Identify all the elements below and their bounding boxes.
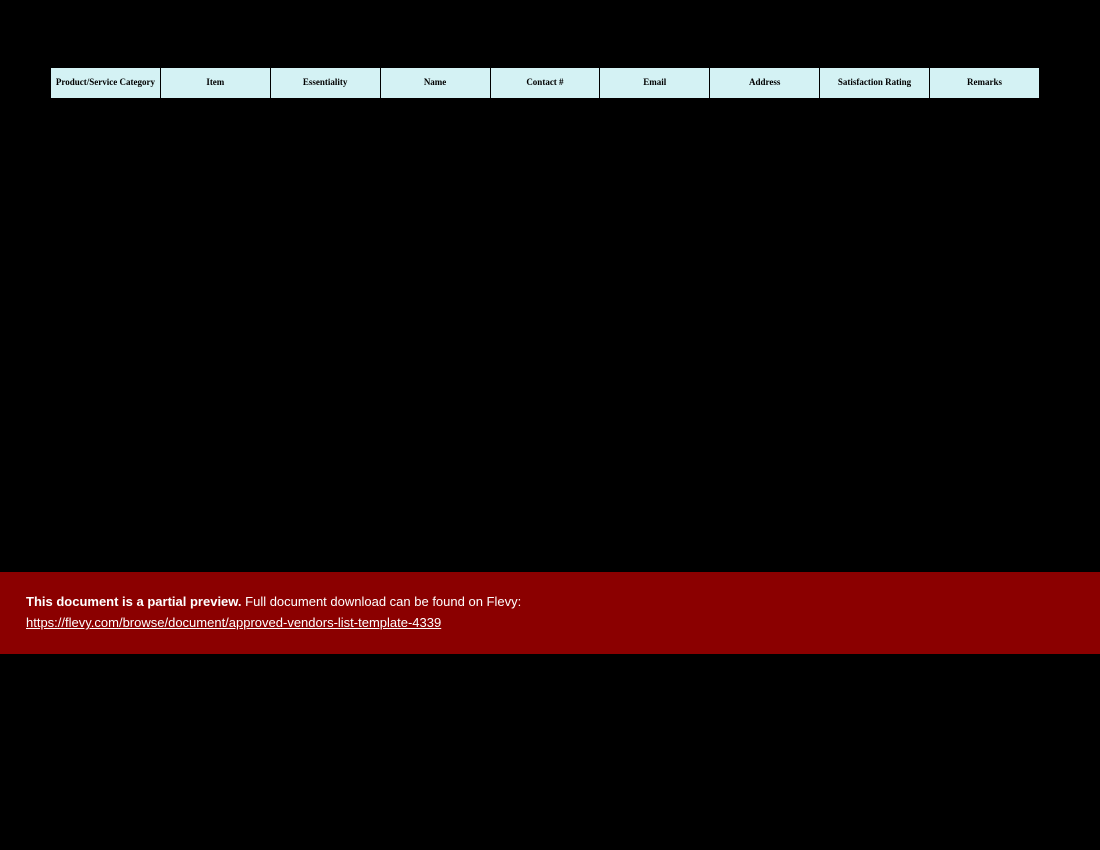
banner-rest-text: Full document download can be found on F… <box>242 594 522 609</box>
preview-link[interactable]: https://flevy.com/browse/document/approv… <box>26 615 441 630</box>
col-email: Email <box>600 68 710 99</box>
vendors-table: Product/Service Category Item Essentiali… <box>50 67 1040 99</box>
col-remarks: Remarks <box>930 68 1040 99</box>
col-essentiality: Essentiality <box>270 68 380 99</box>
col-satisfaction-rating: Satisfaction Rating <box>820 68 930 99</box>
banner-line-2: https://flevy.com/browse/document/approv… <box>26 615 1074 630</box>
banner-line-1: This document is a partial preview. Full… <box>26 594 1074 609</box>
col-address: Address <box>710 68 820 99</box>
header-row: Product/Service Category Item Essentiali… <box>51 68 1040 99</box>
table-head: Product/Service Category Item Essentiali… <box>51 68 1040 99</box>
banner-bold-text: This document is a partial preview. <box>26 594 242 609</box>
col-item: Item <box>160 68 270 99</box>
col-name: Name <box>380 68 490 99</box>
preview-banner: This document is a partial preview. Full… <box>0 572 1100 654</box>
col-contact: Contact # <box>490 68 600 99</box>
col-product-service-category: Product/Service Category <box>51 68 161 99</box>
table-header-container: Product/Service Category Item Essentiali… <box>50 67 1040 99</box>
